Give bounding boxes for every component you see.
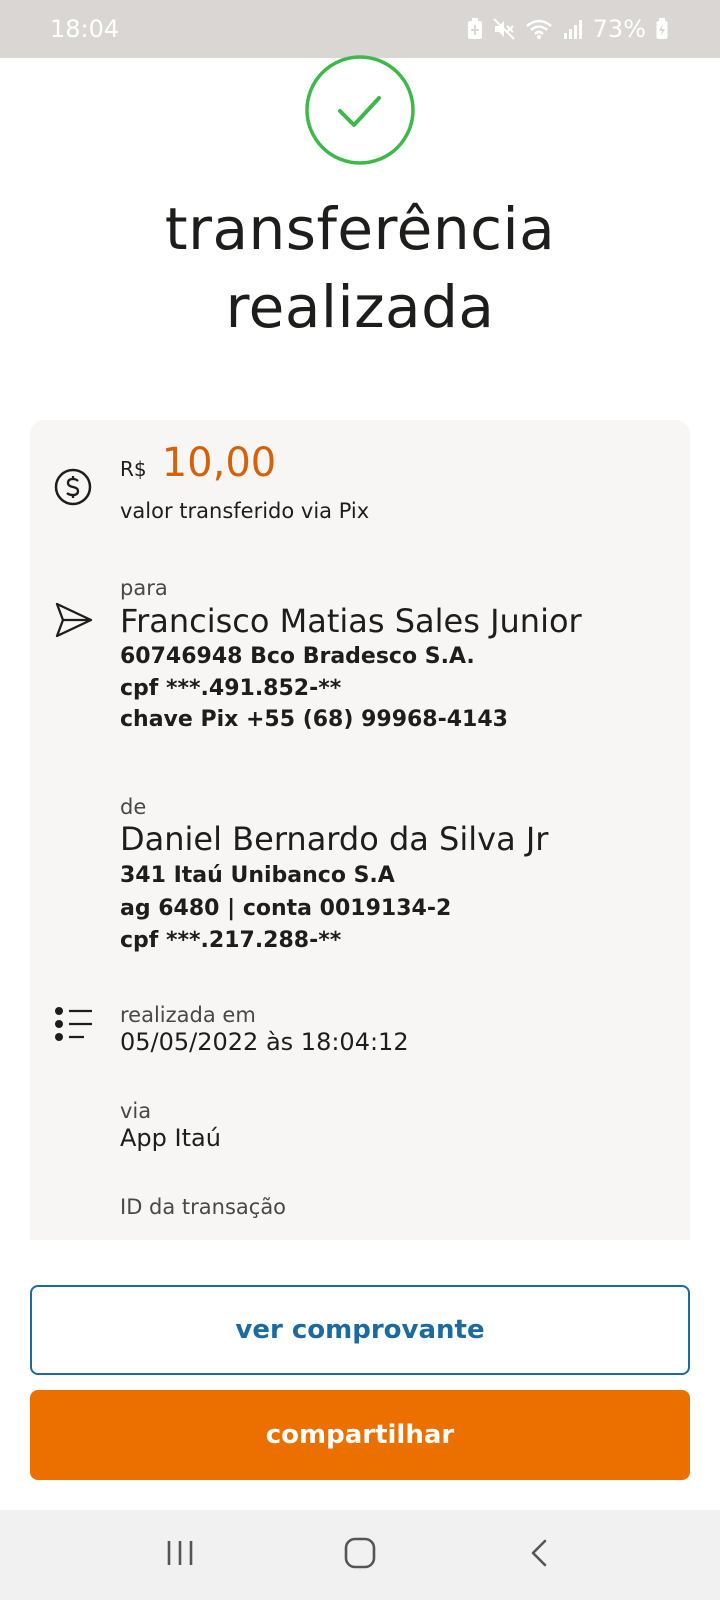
status-bar: 18:04 73% xyxy=(0,0,720,58)
back-icon xyxy=(525,1538,555,1572)
amount-value: 10,00 xyxy=(161,440,277,486)
recipient-label: para xyxy=(120,576,168,600)
charging-icon xyxy=(656,18,668,40)
sender-account: ag 6480 | conta 0019134-2 xyxy=(120,896,452,921)
recent-apps-icon xyxy=(165,1538,195,1572)
status-icons: 73% xyxy=(467,15,668,43)
title-line-2: realizada xyxy=(225,273,495,341)
list-icon xyxy=(54,1004,94,1048)
back-button[interactable] xyxy=(510,1525,570,1585)
recipient-name: Francisco Matias Sales Junior xyxy=(120,602,582,640)
sender-label: de xyxy=(120,795,147,819)
sender-name: Daniel Bernardo da Silva Jr xyxy=(120,820,549,858)
recent-apps-button[interactable] xyxy=(150,1525,210,1585)
battery-saver-icon xyxy=(467,18,483,40)
transaction-id-label: ID da transação xyxy=(120,1195,287,1219)
mute-icon xyxy=(492,18,515,40)
recipient-cpf: cpf ***.491.852-** xyxy=(120,676,342,701)
recipient-pix-key: chave Pix +55 (68) 99968-4143 xyxy=(120,707,508,732)
via-label: via xyxy=(120,1099,152,1123)
view-receipt-button[interactable]: ver comprovante xyxy=(30,1285,690,1375)
share-button[interactable]: compartilhar xyxy=(30,1390,690,1480)
wifi-icon xyxy=(525,18,553,40)
transfer-details-card: R$ 10,00 valor transferido via Pix para … xyxy=(30,420,690,1240)
send-icon xyxy=(54,600,94,644)
battery-percent: 73% xyxy=(592,15,646,43)
system-nav-bar xyxy=(0,1510,720,1600)
via-value: App Itaú xyxy=(120,1124,221,1152)
dollar-icon xyxy=(54,468,92,510)
title-line-1: transferência xyxy=(164,195,556,263)
signal-icon xyxy=(563,18,583,40)
home-icon xyxy=(343,1536,377,1574)
date-label: realizada em xyxy=(120,1003,256,1027)
status-time: 18:04 xyxy=(50,15,120,43)
amount-label: valor transferido via Pix xyxy=(120,499,370,523)
recipient-bank: 60746948 Bco Bradesco S.A. xyxy=(120,644,475,669)
amount-row: R$ 10,00 xyxy=(120,440,276,486)
check-circle-icon xyxy=(304,54,416,166)
page-title: transferência realizada xyxy=(0,190,720,346)
sender-bank: 341 Itaú Unibanco S.A xyxy=(120,863,395,888)
date-value: 05/05/2022 às 18:04:12 xyxy=(120,1028,409,1056)
amount-currency: R$ xyxy=(120,457,147,481)
home-button[interactable] xyxy=(330,1525,390,1585)
sender-cpf: cpf ***.217.288-** xyxy=(120,928,342,953)
